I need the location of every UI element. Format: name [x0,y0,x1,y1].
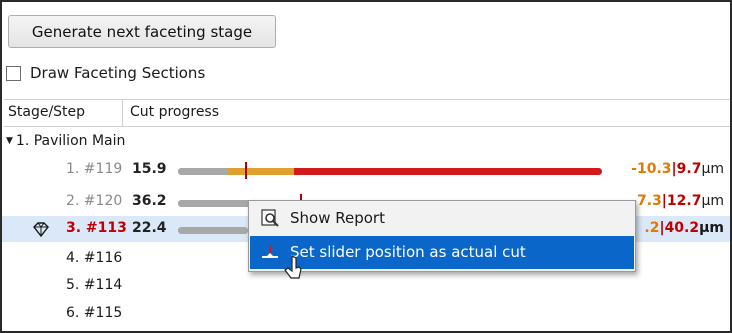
step-label: 2. #120 [66,193,123,209]
table-row[interactable]: 5. #114 [2,273,730,299]
faceting-panel: Generate next faceting stage Draw Faceti… [0,0,732,333]
cut-progress-bar[interactable] [178,168,602,175]
slider-cut-icon [262,245,278,258]
draw-sections-checkbox[interactable] [6,65,21,81]
table-header: Stage/Step Cut progress [4,99,730,127]
step-label: 1. #119 [66,161,123,177]
column-divider[interactable] [122,100,123,126]
context-menu: Show Report Set slider position as actua… [248,200,636,272]
draw-sections-option[interactable]: Draw Faceting Sections [6,62,205,84]
step-label: 6. #115 [66,305,123,321]
step-label: 4. #116 [66,250,123,266]
column-header-cut-progress[interactable]: Cut progress [130,104,219,120]
step-label: 5. #114 [66,277,123,293]
menu-item-set-slider-position[interactable]: Set slider position as actual cut [250,236,634,269]
draw-sections-label: Draw Faceting Sections [30,64,206,82]
diamond-icon [33,222,49,238]
report-magnifier-icon [261,209,279,227]
mouse-pointer-icon [284,255,302,279]
cut-values: .2|40.2μm [644,220,724,236]
table-row[interactable]: 6. #115 [2,301,730,327]
menu-item-show-report[interactable]: Show Report [250,202,634,235]
expand-triangle-icon[interactable]: ▼ [6,136,13,146]
menu-item-label: Set slider position as actual cut [290,243,526,261]
cut-values: -7.3|12.7μm [631,193,724,209]
actual-cut-marker[interactable] [245,162,247,179]
step-value: 36.2 [132,193,167,209]
menu-item-label: Show Report [290,209,385,227]
step-value: 22.4 [132,220,167,236]
step-label: 3. #113 [66,220,127,236]
cut-values: -10.3|9.7μm [631,161,724,177]
table-row[interactable]: 1. #119 15.9 -10.3|9.7μm [2,157,730,183]
group-label: 1. Pavilion Main [15,133,126,149]
column-header-stage[interactable]: Stage/Step [8,104,85,120]
step-value: 15.9 [132,161,167,177]
tree-group-pavilion-main[interactable]: ▼ 1. Pavilion Main [6,133,125,149]
cut-progress-bar[interactable] [178,227,248,234]
generate-next-stage-button[interactable]: Generate next faceting stage [8,15,276,48]
